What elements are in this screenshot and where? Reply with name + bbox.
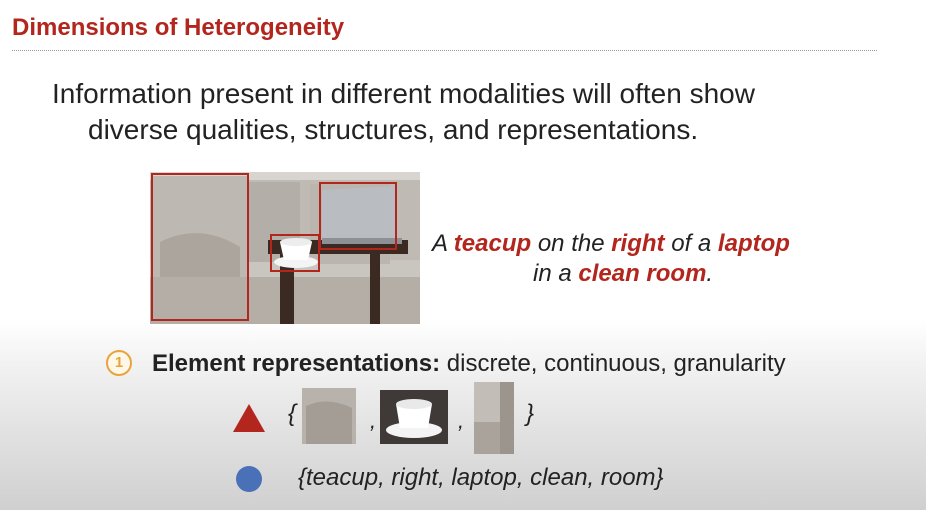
close-brace: } xyxy=(526,400,535,427)
caption-line-2: in a clean room. xyxy=(533,260,713,288)
caption-text: . xyxy=(706,260,714,287)
separator: , xyxy=(458,408,465,433)
caption-text: in a xyxy=(533,260,579,287)
caption-highlight-clean-room: clean room xyxy=(578,260,707,287)
body-text-line-1: Information present in different modalit… xyxy=(52,78,755,109)
pillow-crop-image xyxy=(302,388,356,444)
element-label: Element representations: xyxy=(152,350,441,377)
element-description: discrete, continuous, granularity xyxy=(440,350,786,377)
slide-title: Dimensions of Heterogeneity xyxy=(12,14,345,41)
title-divider xyxy=(12,50,877,51)
teacup-crop-image xyxy=(380,390,448,444)
element-representations-line: Element representations: discrete, conti… xyxy=(152,350,786,378)
laptop-bounding-box xyxy=(319,182,397,250)
body-text-line-2: diverse qualities, structures, and repre… xyxy=(88,114,699,145)
number-badge: 1 xyxy=(106,350,132,376)
caption-line-1: A teacup on the right of a laptop xyxy=(432,230,790,258)
caption-highlight-teacup: teacup xyxy=(453,230,532,257)
laptop-crop-image xyxy=(474,382,514,454)
separator: , xyxy=(370,408,377,433)
caption-text: of a xyxy=(664,230,718,257)
caption-highlight-laptop: laptop xyxy=(717,230,790,257)
caption-text: on the xyxy=(531,230,612,257)
teacup-bounding-box xyxy=(270,234,320,272)
token-set-text: {teacup, right, laptop, clean, room} xyxy=(298,464,664,491)
room-photo xyxy=(150,172,420,324)
caption-text: A xyxy=(432,230,454,257)
triangle-icon xyxy=(233,404,265,432)
pillow-bounding-box xyxy=(151,173,249,321)
open-brace: { xyxy=(288,400,297,427)
caption-highlight-right: right xyxy=(611,230,665,257)
circle-icon xyxy=(236,466,262,492)
